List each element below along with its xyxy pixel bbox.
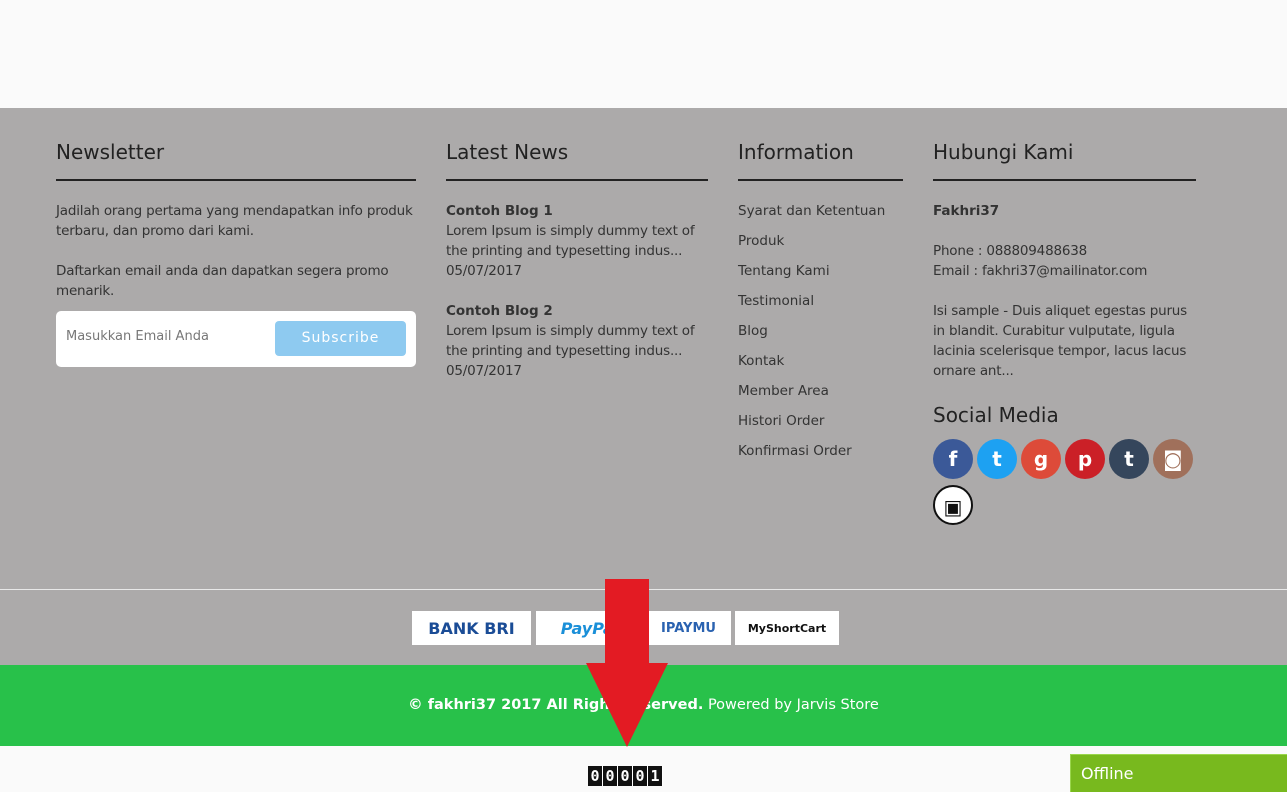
blog-excerpt: Lorem Ipsum is simply dummy text of the … <box>446 223 695 259</box>
blog-title[interactable]: Contoh Blog 2 <box>446 301 708 321</box>
chat-icon[interactable]: ▣ <box>933 485 973 525</box>
newsletter-form: Masukkan Email Anda Subscribe <box>56 311 416 367</box>
newsletter-text-2: Daftarkan email anda dan dapatkan segera… <box>56 263 389 299</box>
info-link-testimonial[interactable]: Testimonial <box>738 291 903 311</box>
powered-by-link[interactable]: Powered by Jarvis Store <box>708 697 879 713</box>
instagram-icon[interactable]: ◙ <box>1153 439 1193 479</box>
info-link-kontak[interactable]: Kontak <box>738 351 903 371</box>
counter-digit: 0 <box>633 766 648 786</box>
information-column: Information Syarat dan Ketentuan Produk … <box>738 138 903 471</box>
blog-date: 05/07/2017 <box>446 363 522 379</box>
social-icons: f t g p t ◙ ▣ <box>933 439 1203 525</box>
latest-news-title: Latest News <box>446 138 708 181</box>
blog-title[interactable]: Contoh Blog 1 <box>446 201 708 221</box>
chat-status-button[interactable]: Offline <box>1070 754 1287 792</box>
newsletter-text: Jadilah orang pertama yang mendapatkan i… <box>56 203 413 239</box>
counter-digit: 0 <box>588 766 603 786</box>
info-link-produk[interactable]: Produk <box>738 231 903 251</box>
contact-description: Isi sample - Duis aliquet egestas purus … <box>933 303 1187 379</box>
top-blank-area <box>0 0 1287 108</box>
social-media-title: Social Media <box>933 403 1059 427</box>
google-plus-icon[interactable]: g <box>1021 439 1061 479</box>
contact-email: Email : fakhri37@mailinator.com <box>933 263 1148 279</box>
information-title: Information <box>738 138 903 181</box>
contact-phone: Phone : 088809488638 <box>933 243 1088 259</box>
facebook-icon[interactable]: f <box>933 439 973 479</box>
subscribe-button[interactable]: Subscribe <box>275 321 406 356</box>
latest-news-column: Latest News Contoh Blog 1 Lorem Ipsum is… <box>446 138 708 401</box>
info-link-blog[interactable]: Blog <box>738 321 903 341</box>
bank-bri-logo: BANK BRI <box>412 611 531 645</box>
visitor-counter: 0 0 0 0 1 <box>588 766 663 786</box>
blog-date: 05/07/2017 <box>446 263 522 279</box>
red-arrow-annotation <box>586 579 668 747</box>
contact-name: Fakhri37 <box>933 203 1000 219</box>
blog-item[interactable]: Contoh Blog 1 Lorem Ipsum is simply dumm… <box>446 201 708 281</box>
footer-main: Newsletter Jadilah orang pertama yang me… <box>0 108 1287 590</box>
contact-column: Hubungi Kami Fakhri37 Phone : 0888094886… <box>933 138 1196 525</box>
counter-digit: 0 <box>603 766 618 786</box>
blog-excerpt: Lorem Ipsum is simply dummy text of the … <box>446 323 695 359</box>
contact-title: Hubungi Kami <box>933 138 1196 181</box>
blog-item[interactable]: Contoh Blog 2 Lorem Ipsum is simply dumm… <box>446 301 708 381</box>
newsletter-title: Newsletter <box>56 138 416 181</box>
info-link-member[interactable]: Member Area <box>738 381 903 401</box>
info-link-histori[interactable]: Histori Order <box>738 411 903 431</box>
myshortcart-logo: MyShortCart <box>735 611 839 645</box>
counter-digit: 1 <box>648 766 663 786</box>
newsletter-column: Newsletter Jadilah orang pertama yang me… <box>56 138 416 367</box>
tumblr-icon[interactable]: t <box>1109 439 1149 479</box>
counter-digit: 0 <box>618 766 633 786</box>
info-link-syarat[interactable]: Syarat dan Ketentuan <box>738 201 903 221</box>
info-link-tentang[interactable]: Tentang Kami <box>738 261 903 281</box>
pinterest-icon[interactable]: p <box>1065 439 1105 479</box>
twitter-icon[interactable]: t <box>977 439 1017 479</box>
email-input[interactable]: Masukkan Email Anda <box>66 329 209 344</box>
info-link-konfirmasi[interactable]: Konfirmasi Order <box>738 441 903 461</box>
